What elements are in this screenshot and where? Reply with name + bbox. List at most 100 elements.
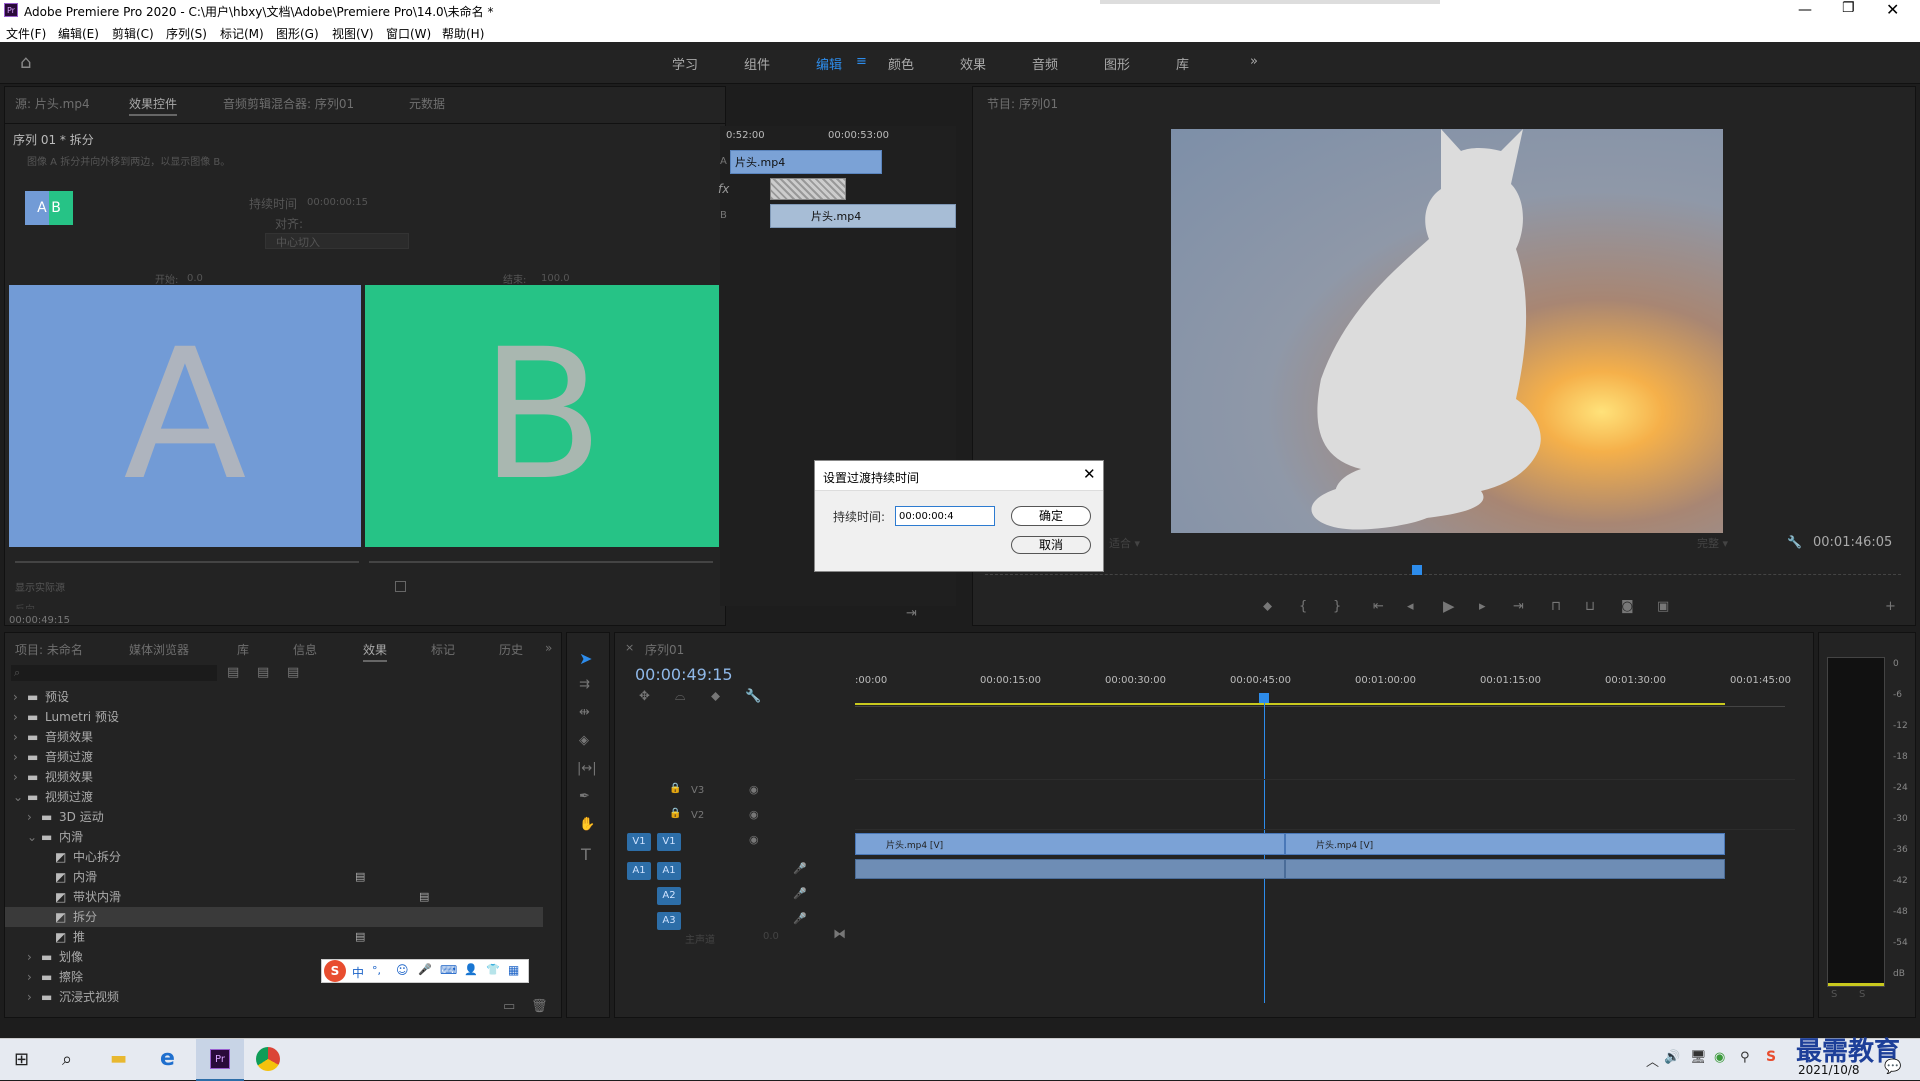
network-icon[interactable]: 🖥 xyxy=(1690,1050,1707,1065)
tab-libraries[interactable]: 库 xyxy=(237,641,249,658)
ime-punct[interactable]: °, xyxy=(372,964,381,977)
pen-icon[interactable]: ✒ xyxy=(579,789,590,804)
go-to-in-icon[interactable]: ⇤ xyxy=(1373,599,1384,614)
track-v3-label[interactable]: V3 xyxy=(691,785,704,796)
tree-folder[interactable]: › ▬ 音频效果 xyxy=(5,727,543,747)
workspace-graphics[interactable]: 图形 xyxy=(1104,54,1130,73)
master-goto-icon[interactable]: ⧓ xyxy=(833,927,846,942)
close-icon[interactable]: ✕ xyxy=(1886,0,1899,19)
step-forward-icon[interactable]: ▸ xyxy=(1479,599,1486,614)
tab-program[interactable]: 节目: 序列01 xyxy=(987,95,1058,112)
workspace-audio[interactable]: 音频 xyxy=(1032,54,1058,73)
menu-sequence[interactable]: 序列(S) xyxy=(166,25,207,42)
mark-in-icon[interactable]: { xyxy=(1299,599,1307,614)
v3-lock-icon[interactable]: 🔒 xyxy=(669,783,681,794)
chevron-right-icon[interactable]: › xyxy=(13,727,27,747)
chrome-icon[interactable] xyxy=(256,1047,280,1071)
tree-folder[interactable]: › ▬ Lumetri 预设 xyxy=(5,707,543,727)
lift-icon[interactable]: ⊓ xyxy=(1551,599,1561,614)
a3-mic-icon[interactable]: 🎤 xyxy=(793,912,807,925)
linked-icon[interactable]: ⌓ xyxy=(675,689,685,704)
timeline-close-icon[interactable]: × xyxy=(625,641,634,654)
start-value[interactable]: 0.0 xyxy=(187,273,203,284)
notification-icon[interactable]: 💬 xyxy=(1884,1059,1901,1075)
snap-icon[interactable]: ✥ xyxy=(639,689,650,704)
fit-select[interactable]: 适合 ▾ xyxy=(1109,535,1179,551)
new-folder-icon[interactable]: ▭ xyxy=(503,999,515,1014)
tab-media-browser[interactable]: 媒体浏览器 xyxy=(129,641,189,658)
workspace-libraries[interactable]: 库 xyxy=(1176,54,1189,73)
chevron-down-icon[interactable]: ⌄ xyxy=(27,827,41,847)
tab-info[interactable]: 信息 xyxy=(293,641,317,658)
chevron-right-icon[interactable]: › xyxy=(13,707,27,727)
solo-left-button[interactable]: S xyxy=(1831,989,1837,1000)
cancel-button[interactable]: 取消 xyxy=(1011,536,1091,554)
workspace-learn[interactable]: 学习 xyxy=(672,54,698,73)
v1-eye-icon[interactable]: ◉ xyxy=(749,833,759,846)
file-explorer-icon[interactable]: ▬ xyxy=(110,1048,127,1069)
selection-tool-icon[interactable]: ➤ xyxy=(579,649,592,668)
tree-folder[interactable]: › ▬ 音频过渡 xyxy=(5,747,543,767)
track-a2-target[interactable]: A2 xyxy=(657,887,681,905)
chevron-right-icon[interactable]: › xyxy=(27,967,41,987)
ime-tray-icon[interactable]: ⚲ xyxy=(1740,1050,1750,1065)
program-playhead[interactable] xyxy=(1412,565,1422,575)
tab-project[interactable]: 项目: 未命名 xyxy=(15,641,83,658)
playhead-head[interactable] xyxy=(1259,693,1269,703)
premiere-taskbar-icon[interactable]: Pr xyxy=(196,1039,244,1081)
track-v1-target[interactable]: V1 xyxy=(657,833,681,851)
sogou-tray-icon[interactable]: S xyxy=(1766,1049,1776,1065)
slip-icon[interactable]: |↔| xyxy=(577,761,597,776)
ok-button[interactable]: 确定 xyxy=(1011,506,1091,526)
end-value[interactable]: 100.0 xyxy=(541,273,570,284)
tree-folder[interactable]: › ▬ 预设 xyxy=(5,687,543,707)
workspace-assembly[interactable]: 组件 xyxy=(744,54,770,73)
hand-icon[interactable]: ✋ xyxy=(579,817,595,832)
audio-clip-1[interactable] xyxy=(855,859,1285,879)
timeline-clip-2[interactable]: 片头.mp4 [V] xyxy=(1285,833,1725,855)
add-button-icon[interactable]: + xyxy=(1885,599,1896,614)
ime-chinese[interactable]: 中 xyxy=(352,964,364,981)
tree-effect-item[interactable]: ◩ 带状内滑 ▤ xyxy=(5,887,543,907)
master-track-value[interactable]: 0.0 xyxy=(763,931,779,942)
source-v1-button[interactable]: V1 xyxy=(627,833,651,851)
dialog-close-icon[interactable]: ✕ xyxy=(1083,465,1096,483)
mark-out-icon[interactable]: } xyxy=(1333,599,1341,614)
volume-icon[interactable]: 🔊 xyxy=(1664,1050,1680,1065)
tab-effect-controls[interactable]: 效果控件 xyxy=(129,95,178,116)
accelerated-icon[interactable]: ▤ xyxy=(227,665,239,680)
minimize-icon[interactable]: — xyxy=(1798,2,1812,18)
delete-icon[interactable]: 🗑 xyxy=(531,999,548,1014)
chevron-right-icon[interactable]: › xyxy=(13,687,27,707)
tree-folder[interactable]: ⌄ ▬ 内滑 xyxy=(5,827,543,847)
chevron-right-icon[interactable]: › xyxy=(13,767,27,787)
v3-eye-icon[interactable]: ◉ xyxy=(749,783,759,796)
overflow-icon[interactable]: » xyxy=(1250,54,1258,69)
ime-user[interactable]: 👤 xyxy=(464,963,478,976)
a1-mic-icon[interactable]: 🎤 xyxy=(793,862,807,875)
ime-keyboard[interactable]: ⌨ xyxy=(440,963,457,977)
tree-folder[interactable]: ⌄ ▬ 视频过渡 xyxy=(5,787,543,807)
play-icon[interactable]: ▶ xyxy=(1443,597,1455,615)
source-a1-button[interactable]: A1 xyxy=(627,862,651,880)
tab-markers[interactable]: 标记 xyxy=(431,641,455,658)
a2-mic-icon[interactable]: 🎤 xyxy=(793,887,807,900)
security-icon[interactable]: ◉ xyxy=(1714,1050,1725,1065)
start-icon[interactable]: ⊞ xyxy=(14,1049,29,1070)
tab-effects[interactable]: 效果 xyxy=(363,641,388,662)
menu-view[interactable]: 视图(V) xyxy=(332,25,374,42)
tab-metadata[interactable]: 元数据 xyxy=(409,95,445,112)
track-a1-target[interactable]: A1 xyxy=(657,862,681,880)
ime-voice[interactable]: 🎤 xyxy=(418,963,432,976)
align-select[interactable]: 中心切入 xyxy=(265,233,409,249)
extract-icon[interactable]: ⊔ xyxy=(1585,599,1595,614)
quality-select[interactable]: 完整 ▾ xyxy=(1697,535,1767,551)
razor-icon[interactable]: ◈ xyxy=(579,733,589,748)
home-icon[interactable]: ⌂ xyxy=(20,52,31,73)
timeline-timecode[interactable]: 00:00:49:15 xyxy=(635,665,733,684)
menu-graphics[interactable]: 图形(G) xyxy=(276,25,319,42)
program-scrubber[interactable] xyxy=(985,565,1901,575)
end-slider[interactable] xyxy=(369,561,713,563)
export-icon[interactable]: ⇥ xyxy=(906,606,917,621)
workspace-effects[interactable]: 效果 xyxy=(960,54,986,73)
